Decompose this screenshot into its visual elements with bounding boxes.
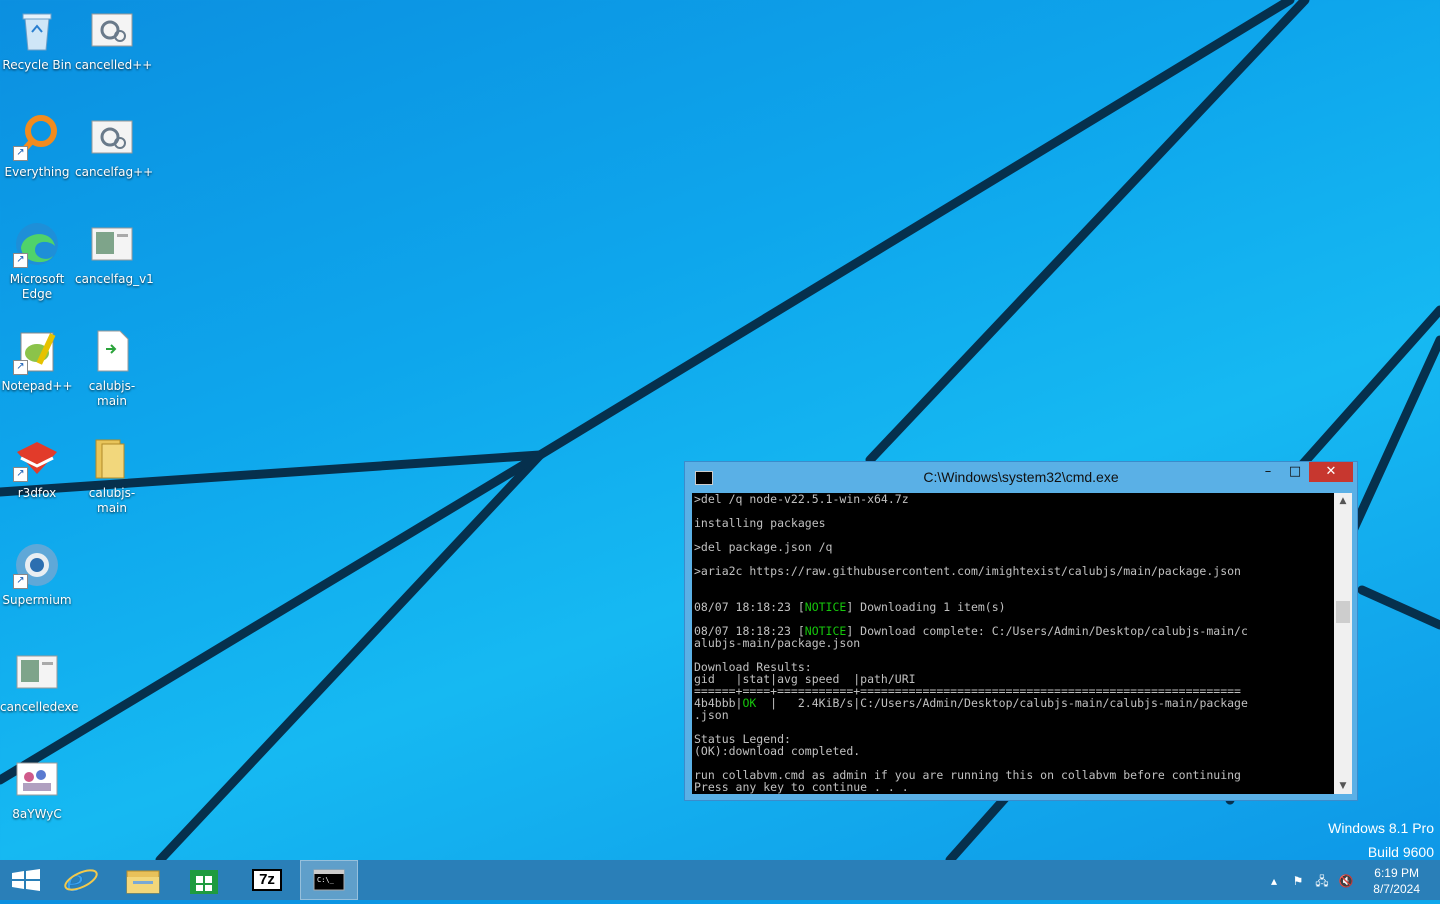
windows-start-icon: [12, 869, 40, 891]
windows-watermark: Windows 8.1 Pro Build 9600: [1328, 816, 1434, 864]
window-file-icon: [13, 648, 61, 696]
cmd-icon: C:\_: [313, 869, 345, 891]
taskbar: e 7z C:\_ ▴ ⚑ 🖧 🔇 6:19 PM 8/7/2024: [0, 860, 1440, 900]
internet-explorer-icon: e: [64, 864, 98, 899]
vertical-scrollbar[interactable]: ▲ ▼: [1334, 493, 1352, 794]
desktop-icon-label: calubjs-main: [88, 379, 136, 408]
taskbar-cmd[interactable]: C:\_: [300, 860, 358, 900]
desktop-icon-label: r3dfox: [17, 486, 57, 500]
store-icon: [190, 870, 218, 894]
magnifier-icon: ↗: [13, 113, 61, 161]
taskbar-ie[interactable]: e: [52, 860, 110, 900]
flag-icon[interactable]: ⚑: [1290, 873, 1306, 889]
settings-file-icon: [88, 6, 136, 54]
console-lines: >del /q node-v22.5.1-win-x64.7z installi…: [694, 493, 1248, 794]
desktop-icon-cancelfag-v1[interactable]: cancelfag_v1: [75, 220, 154, 287]
desktop-icon-label: cancelfag++: [75, 165, 154, 179]
edge-icon: ↗: [13, 220, 61, 268]
scroll-down-arrow-icon[interactable]: ▼: [1334, 778, 1352, 794]
system-tray: ▴ ⚑ 🖧 🔇 6:19 PM 8/7/2024: [1250, 860, 1440, 900]
shortcut-arrow-icon: ↗: [13, 467, 28, 482]
desktop-icon-label: cancelfag_v1: [75, 272, 154, 286]
desktop-icon-label: cancelledexe: [0, 700, 79, 714]
taskbar-file-explorer[interactable]: [114, 860, 172, 900]
folder-icon: [88, 434, 136, 482]
desktop-icon-label: Everything: [4, 165, 70, 179]
volume-muted-icon[interactable]: 🔇: [1338, 873, 1354, 889]
taskbar-7zip[interactable]: 7z: [238, 860, 296, 900]
scroll-up-arrow-icon[interactable]: ▲: [1334, 493, 1352, 509]
shortcut-arrow-icon: ↗: [13, 146, 28, 161]
desktop-icon-supermium[interactable]: ↗ Supermium: [0, 541, 74, 608]
svg-text:e: e: [66, 864, 84, 899]
shortcut-arrow-icon: ↗: [13, 574, 28, 589]
desktop-icon-cancelledexe[interactable]: cancelledexe: [0, 648, 79, 715]
notepadpp-icon: ↗: [13, 327, 61, 375]
desktop-icon-cancelfag-pp[interactable]: cancelfag++: [75, 113, 154, 180]
desktop-icon-notepadpp[interactable]: ↗ Notepad++: [0, 327, 74, 394]
desktop-icon-everything[interactable]: ↗ Everything: [0, 113, 74, 180]
minimize-button[interactable]: –: [1255, 462, 1281, 482]
clock-time: 6:19 PM: [1374, 866, 1419, 880]
file-explorer-icon: [126, 870, 160, 894]
desktop-icon-label: Notepad++: [1, 379, 73, 393]
shortcut-arrow-icon: ↗: [13, 360, 28, 375]
desktop-icon-label: Supermium: [2, 593, 72, 607]
desktop-icon-label: cancelled++: [75, 58, 153, 72]
desktop-icon-calubjs-main-script[interactable]: calubjs-main: [75, 327, 149, 409]
window-file-icon: [88, 220, 136, 268]
supermium-icon: ↗: [13, 541, 61, 589]
svg-text:C:\_: C:\_: [317, 876, 335, 884]
r3dfox-icon: ↗: [13, 434, 61, 482]
script-file-icon: [88, 327, 136, 375]
shortcut-arrow-icon: ↗: [13, 253, 28, 268]
edition-text: Windows 8.1 Pro: [1328, 820, 1434, 836]
recycle-bin-icon: [13, 6, 61, 54]
desktop-icon-calubjs-main-folder[interactable]: calubjs-main: [75, 434, 149, 516]
scroll-thumb[interactable]: [1336, 601, 1350, 623]
desktop-icon-label: Microsoft Edge: [9, 272, 65, 301]
desktop-icon-recycle-bin[interactable]: Recycle Bin: [0, 6, 74, 73]
network-icon[interactable]: 🖧: [1314, 873, 1330, 889]
7zip-icon: 7z: [252, 869, 282, 891]
taskbar-store[interactable]: [176, 860, 234, 900]
desktop-icon-edge[interactable]: ↗ Microsoft Edge: [0, 220, 74, 302]
console-output[interactable]: >del /q node-v22.5.1-win-x64.7z installi…: [692, 493, 1334, 794]
cmd-titlebar[interactable]: C:\Windows\system32\cmd.exe – □ ✕: [685, 462, 1357, 492]
desktop-icon-8aywyc[interactable]: 8aYWyC: [0, 755, 74, 822]
desktop-icon-r3dfox[interactable]: ↗ r3dfox: [0, 434, 74, 501]
desktop-icon-label: calubjs-main: [88, 486, 136, 515]
desktop-icon-cancelled-pp[interactable]: cancelled++: [75, 6, 153, 73]
settings-file-icon: [88, 113, 136, 161]
desktop-icon-label: 8aYWyC: [12, 807, 62, 821]
desktop-icon-label: Recycle Bin: [2, 58, 72, 72]
start-button[interactable]: [0, 860, 58, 900]
image-file-icon: [13, 755, 61, 803]
chevron-up-icon[interactable]: ▴: [1266, 873, 1282, 889]
clock-date: 8/7/2024: [1373, 882, 1420, 896]
clock[interactable]: 6:19 PM 8/7/2024: [1373, 865, 1420, 897]
maximize-button[interactable]: □: [1282, 462, 1308, 482]
close-button[interactable]: ✕: [1309, 462, 1353, 482]
cmd-window[interactable]: C:\Windows\system32\cmd.exe – □ ✕ >del /…: [684, 461, 1358, 801]
